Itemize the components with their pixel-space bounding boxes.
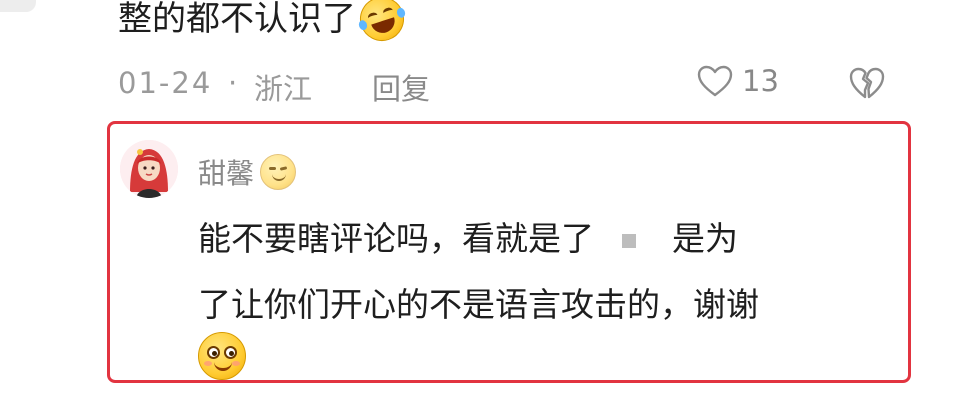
comment-meta-row: 01-24 · 浙江 回复 13 <box>118 62 898 106</box>
comment-body: 整的都不认识了 <box>118 0 410 47</box>
reply-author-name: 甜馨 <box>198 157 255 190</box>
broken-heart-icon <box>848 66 886 100</box>
dislike-button[interactable] <box>848 66 886 100</box>
missing-glyph-icon <box>622 233 636 248</box>
reply-text-part-1: 能不要瞎评论吗，看就是了 <box>198 219 594 258</box>
wink-emoji-icon <box>260 154 297 190</box>
reply-text-part-2: 是为 <box>672 219 738 258</box>
avatar[interactable] <box>120 140 178 198</box>
like-count: 13 <box>742 64 779 98</box>
comment-location: 浙江 <box>254 72 313 106</box>
reply-text-line-1: 能不要瞎评论吗，看就是了 是为 <box>198 216 738 262</box>
like-button[interactable]: 13 <box>696 64 779 98</box>
meta-separator: · <box>228 66 238 100</box>
highlighted-reply: 甜馨 能不要瞎评论吗，看就是了 是为 了让你们开心的不是语言攻击的，谢谢 <box>107 121 911 383</box>
comment-date: 01-24 <box>118 66 213 100</box>
avatar-illustration <box>120 140 178 198</box>
reply-author[interactable]: 甜馨 <box>198 152 297 192</box>
comment-text: 整的都不认识了 <box>118 0 356 39</box>
heart-outline-icon <box>696 64 734 98</box>
reply-text-line-2: 了让你们开心的不是语言攻击的，谢谢 <box>198 285 759 324</box>
smile-emoji-icon <box>198 332 246 380</box>
previous-avatar-edge <box>0 0 36 12</box>
laughing-tears-emoji-icon <box>354 0 410 47</box>
reply-button[interactable]: 回复 <box>372 66 430 108</box>
